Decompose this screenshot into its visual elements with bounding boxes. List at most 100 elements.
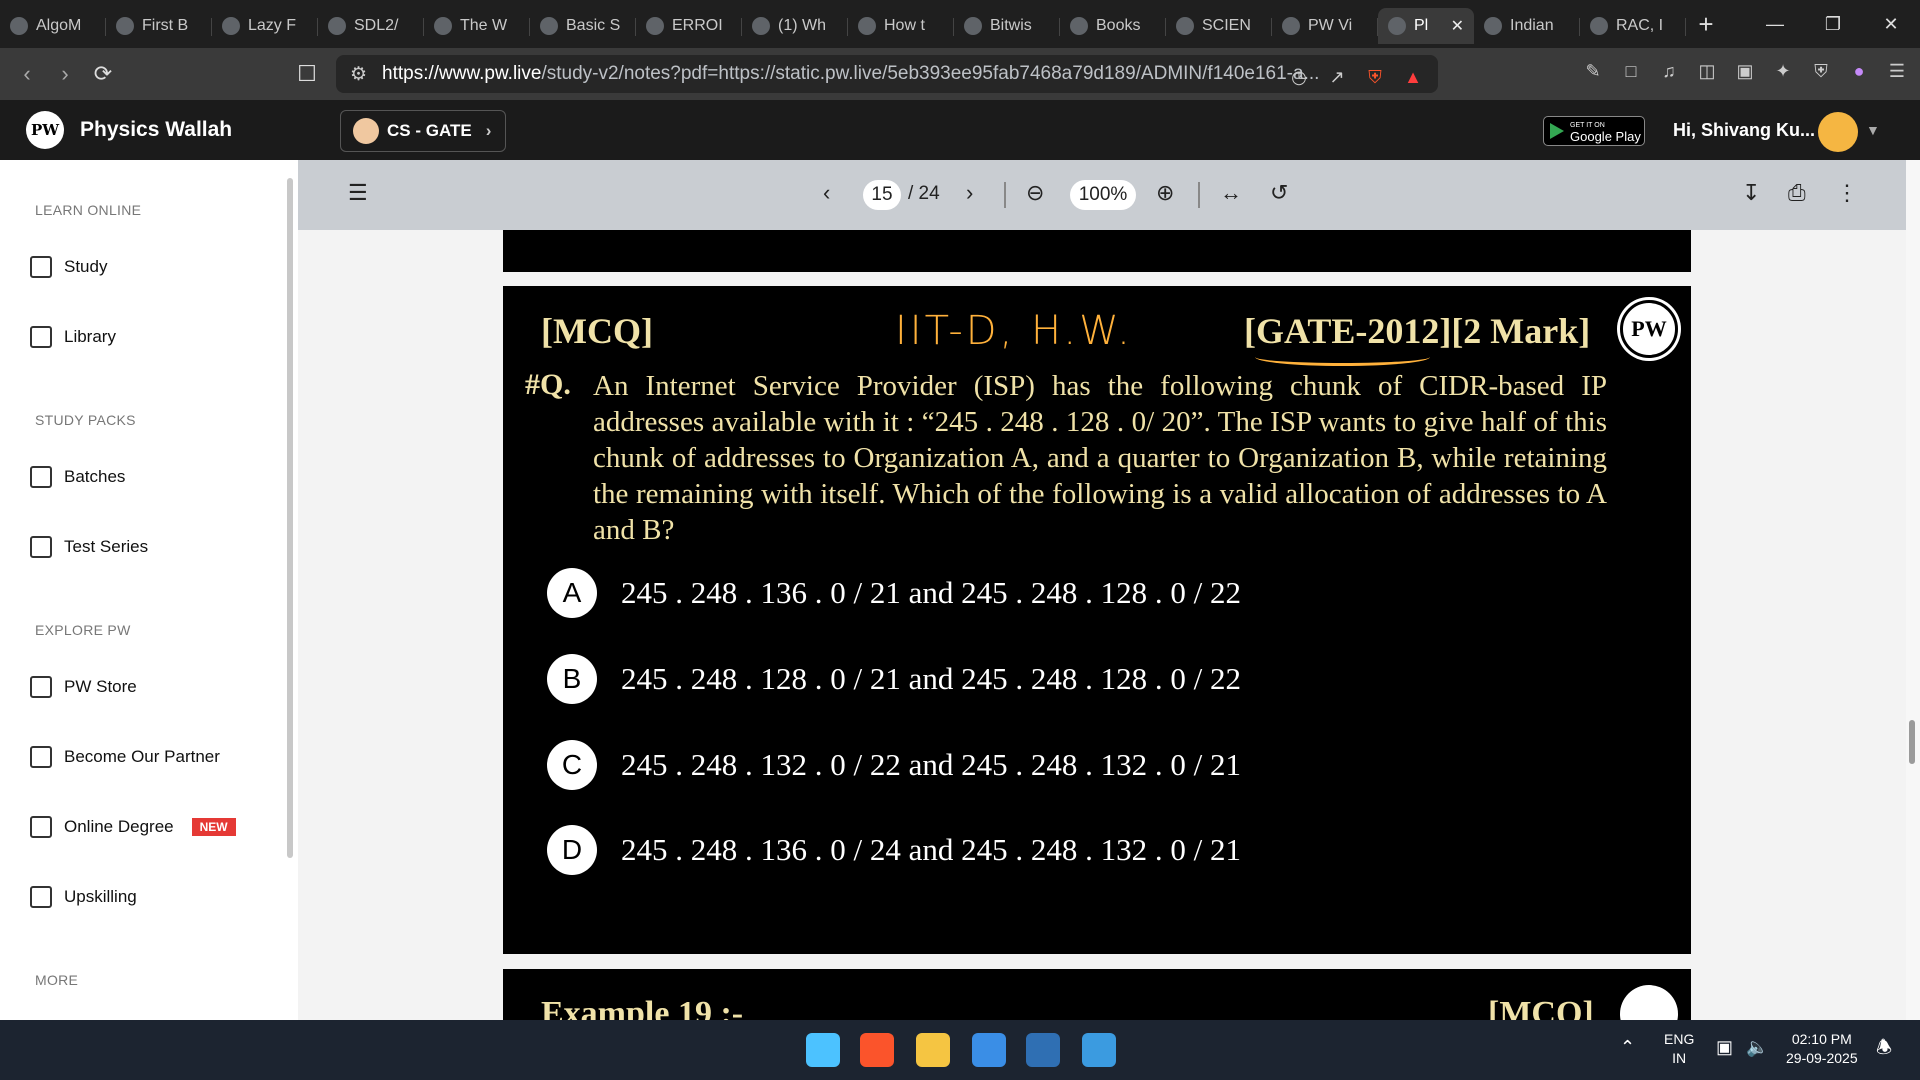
pw-watermark xyxy=(1620,985,1678,1020)
browser-tab[interactable]: SCIEN xyxy=(1166,8,1272,44)
pw-logo[interactable]: PW xyxy=(26,111,64,149)
keyboard-app-icon[interactable] xyxy=(1026,1033,1060,1067)
bookmark-icon[interactable]: ☐ xyxy=(288,55,326,93)
windows-start-icon[interactable] xyxy=(806,1033,840,1067)
restore-button[interactable]: ❐ xyxy=(1804,0,1862,48)
user-greeting[interactable]: Hi, Shivang Ku... xyxy=(1673,120,1815,141)
exam-tag: [GATE-2012][2 Mark] xyxy=(1244,311,1591,351)
browser-tab[interactable]: Basic S xyxy=(530,8,636,44)
sidebar-item-test-series[interactable]: Test Series xyxy=(30,536,148,558)
browser-tab[interactable]: (1) Wh xyxy=(742,8,848,44)
language-indicator[interactable]: ENG IN xyxy=(1664,1030,1694,1068)
brave-shield-icon[interactable]: ⛨ xyxy=(1360,62,1390,92)
history-icon[interactable]: ◷ xyxy=(1284,62,1314,92)
volume-icon[interactable]: 🔈 xyxy=(1746,1038,1768,1057)
browser-tab[interactable]: First B xyxy=(106,8,212,44)
address-bar[interactable]: ⚙ https://www.pw.live/study-v2/notes?pdf… xyxy=(336,55,1438,93)
sidebar-item-label: Test Series xyxy=(64,537,149,556)
pw-watermark: PW xyxy=(1620,300,1678,358)
extensions-icon[interactable]: ✎ xyxy=(1578,56,1608,86)
browser-tab[interactable]: RAC, I xyxy=(1580,8,1686,44)
forward-button[interactable]: › xyxy=(46,55,84,93)
next-page-icon[interactable]: › xyxy=(966,180,973,206)
file-explorer-icon[interactable] xyxy=(916,1033,950,1067)
sidebar-item-library[interactable]: Library xyxy=(30,326,116,348)
pdf-viewer: ☰ ‹ 15 / 24 › ⊖ 100% ⊕ ↔ ↺ ↧ ⎙ ⋮ [MCQ] I… xyxy=(298,160,1920,1020)
download-icon[interactable]: ↧ xyxy=(1742,180,1760,206)
sidebar-item-pw-store[interactable]: PW Store xyxy=(30,676,137,698)
sidebar-item-batches[interactable]: Batches xyxy=(30,466,125,488)
browser-tab-strip: AlgoM First B Lazy F SDL2/The W Basic S ERROI… xyxy=(0,0,1920,48)
fit-width-icon[interactable]: ↔ xyxy=(1220,180,1242,206)
todo-icon[interactable] xyxy=(972,1033,1006,1067)
zoom-level[interactable]: 100% xyxy=(1070,180,1136,210)
monitor-icon xyxy=(30,466,52,488)
sidebar-toggle-icon[interactable]: ◫ xyxy=(1692,56,1722,86)
browser-tab[interactable]: ERROI xyxy=(636,8,742,44)
vpn-icon[interactable]: ⛨ xyxy=(1806,56,1836,86)
browser-tab[interactable]: AlgoM xyxy=(0,8,106,44)
batch-selector[interactable]: CS - GATE › xyxy=(340,110,506,152)
section-explore-pw: EXPLORE PW xyxy=(35,622,131,638)
back-button[interactable]: ‹ xyxy=(8,55,46,93)
menu-icon[interactable]: ☰ xyxy=(1882,56,1912,86)
new-tab-button[interactable]: + xyxy=(1686,9,1726,40)
extensions-area: ✎ □ ♫ ◫ ▣ ✦ ⛨ ● ☰ xyxy=(1578,56,1912,86)
sidebar-item-upskilling[interactable]: Upskilling xyxy=(30,886,137,908)
rotate-icon[interactable]: ↺ xyxy=(1270,180,1288,206)
network-icon[interactable]: ▣ xyxy=(1716,1038,1733,1057)
close-window-button[interactable]: ✕ xyxy=(1862,0,1920,48)
sidebar-item-study[interactable]: Study xyxy=(30,256,107,278)
browser-tab[interactable]: Bitwis xyxy=(954,8,1060,44)
zoom-in-icon[interactable]: ⊕ xyxy=(1156,180,1174,206)
clock[interactable]: 02:10 PM 29-09-2025 xyxy=(1786,1030,1858,1068)
wallet-icon[interactable]: ▣ xyxy=(1730,56,1760,86)
browser-tab[interactable]: Books xyxy=(1060,8,1166,44)
rocket-icon xyxy=(30,886,52,908)
brave-browser-icon[interactable] xyxy=(860,1033,894,1067)
site-info-icon[interactable]: ⚙ xyxy=(350,63,367,86)
browser-tab[interactable]: SDL2/ xyxy=(318,8,424,44)
notification-bell-icon[interactable]: 🕭 xyxy=(1876,1038,1892,1057)
browser-tab[interactable]: Indian xyxy=(1474,8,1580,44)
sidebar-item-online-degree[interactable]: Online Degree NEW xyxy=(30,816,236,838)
gplay-big-text: Google Play xyxy=(1570,129,1641,144)
prev-page-icon[interactable]: ‹ xyxy=(823,180,830,206)
site-name[interactable]: Physics Wallah xyxy=(80,118,232,142)
chevron-up-icon[interactable]: ⌃ xyxy=(1620,1038,1635,1057)
browser-tab[interactable]: How t xyxy=(848,8,954,44)
option-letter: C xyxy=(547,740,597,790)
profile-icon[interactable]: ● xyxy=(1844,56,1874,86)
section-study-packs: STUDY PACKS xyxy=(35,412,136,428)
browser-tab[interactable]: Lazy F xyxy=(212,8,318,44)
music-icon[interactable]: ♫ xyxy=(1654,56,1684,86)
hamburger-menu-icon[interactable]: ☰ xyxy=(348,180,368,206)
brave-rewards-icon[interactable]: ▲ xyxy=(1398,62,1428,92)
scrollbar-thumb[interactable] xyxy=(1909,720,1915,764)
print-icon[interactable]: ⎙ xyxy=(1788,180,1806,206)
avatar[interactable] xyxy=(1818,112,1858,152)
share-icon[interactable]: ↗ xyxy=(1322,62,1352,92)
minimize-button[interactable]: — xyxy=(1746,0,1804,48)
sidebar-item-become-partner[interactable]: Become Our Partner xyxy=(30,746,220,768)
close-tab-icon[interactable]: ✕ xyxy=(1451,16,1464,36)
browser-tab[interactable]: PW Vi xyxy=(1272,8,1378,44)
option-letter: B xyxy=(547,654,597,704)
zoom-out-icon[interactable]: ⊖ xyxy=(1026,180,1044,206)
google-play-button[interactable]: GET IT ON Google Play xyxy=(1543,116,1645,146)
browser-tab[interactable]: The W xyxy=(424,8,530,44)
pdf-scrollbar[interactable] xyxy=(1906,160,1920,1020)
leo-icon[interactable]: ✦ xyxy=(1768,56,1798,86)
sidebar-scrollbar[interactable] xyxy=(287,178,293,858)
reader-icon[interactable]: □ xyxy=(1616,56,1646,86)
sidebar-item-label: Become Our Partner xyxy=(64,747,220,766)
site-header: PW Physics Wallah CS - GATE › GET IT ON … xyxy=(0,100,1920,160)
next-slide: Example 19 :- [MCQ] xyxy=(503,969,1691,1020)
more-options-icon[interactable]: ⋮ xyxy=(1836,180,1858,206)
photos-icon[interactable] xyxy=(1082,1033,1116,1067)
option-text: 245 . 248 . 136 . 0 / 21 and 245 . 248 .… xyxy=(621,575,1241,610)
browser-tab[interactable]: Pl ✕ xyxy=(1378,8,1474,44)
page-number-input[interactable]: 15 xyxy=(863,180,901,210)
reload-icon[interactable]: ⟳ xyxy=(84,55,122,93)
chevron-down-icon[interactable]: ▼ xyxy=(1866,122,1880,138)
